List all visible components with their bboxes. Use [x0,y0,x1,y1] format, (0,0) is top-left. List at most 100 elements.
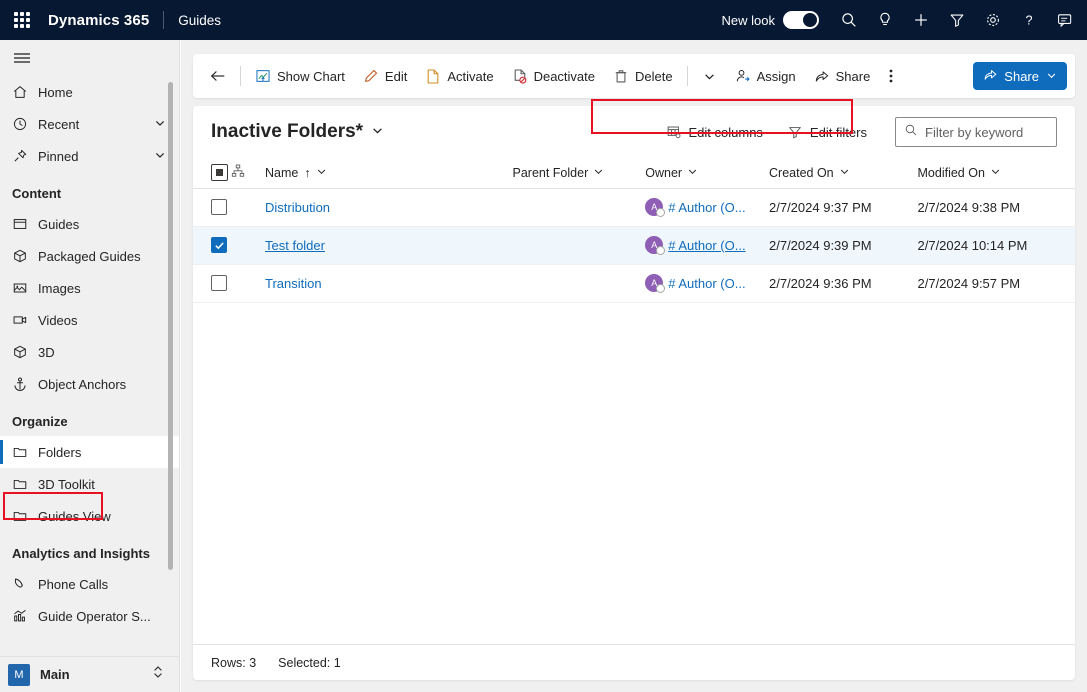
anchor-icon [12,376,34,392]
deactivate-button[interactable]: Deactivate [503,61,604,91]
clock-icon [12,116,34,132]
app-badge: M [8,664,30,686]
chevron-down-icon[interactable] [1046,69,1057,84]
chevron-down-icon[interactable] [693,61,726,91]
sidebar-item-label: Guide Operator S... [38,609,151,624]
app-launcher-icon[interactable] [0,12,44,28]
home-icon [12,84,34,100]
sidebar-item-3d[interactable]: 3D [0,336,180,368]
column-header-name[interactable]: Name ↑ [265,158,513,188]
select-all-checkbox[interactable] [211,164,228,181]
folder-icon [12,476,34,492]
chevron-down-icon[interactable] [990,166,1001,180]
sidebar-item-videos[interactable]: Videos [0,304,180,336]
plus-icon[interactable] [903,0,939,40]
grid-panel: Inactive Folders* Edit columns Edit fi [193,106,1075,680]
sidebar-scroll-region: Home Recent Pinned Content [0,76,180,656]
app-name[interactable]: Guides [178,13,221,28]
sidebar-item-packaged-guides[interactable]: Packaged Guides [0,240,180,272]
feedback-icon[interactable] [1047,0,1083,40]
app-switcher[interactable]: M Main [0,656,180,692]
chevron-down-icon[interactable] [154,149,166,164]
share-icon [814,68,830,84]
table-row[interactable]: Distribution A # Author (O... 2/7/2024 9… [193,188,1075,226]
folder-name-link[interactable]: Distribution [265,200,330,215]
chevron-down-icon[interactable] [687,166,698,180]
hamburger-icon[interactable] [0,40,179,76]
sidebar-group-analytics: Analytics and Insights [0,538,180,568]
folder-icon [12,444,34,460]
search-input-wrapper[interactable] [895,117,1057,147]
edit-columns-button[interactable]: Edit columns [666,124,763,140]
hierarchy-header[interactable] [231,158,265,188]
edit-filters-button[interactable]: Edit filters [787,124,867,140]
share-primary-button[interactable]: Share [973,62,1067,90]
edit-button[interactable]: Edit [354,61,416,91]
show-chart-button[interactable]: Show Chart [246,61,354,91]
sidebar-item-3d-toolkit[interactable]: 3D Toolkit [0,468,180,500]
table-row[interactable]: Transition A # Author (O... 2/7/2024 9:3… [193,264,1075,302]
back-arrow-icon[interactable] [201,61,235,91]
sidebar-item-folders[interactable]: Folders [0,436,180,468]
sidebar-item-guide-operator-s[interactable]: Guide Operator S... [0,600,180,632]
sidebar-item-phone-calls[interactable]: Phone Calls [0,568,180,600]
new-look-toggle[interactable] [783,11,819,29]
sidebar-item-label: Pinned [38,149,78,164]
search-icon [904,123,918,142]
sidebar-item-home[interactable]: Home [0,76,180,108]
view-selector[interactable]: Inactive Folders* [211,121,384,143]
owner-link[interactable]: # Author (O... [668,200,745,215]
column-header-created-on[interactable]: Created On [769,158,918,188]
created-on-cell: 2/7/2024 9:36 PM [769,276,872,291]
search-input[interactable] [925,125,1055,140]
row-checkbox[interactable] [211,275,227,291]
svg-text:?: ? [1025,14,1032,28]
chevron-down-icon[interactable] [154,117,166,132]
owner-link[interactable]: # Author (O... [668,276,745,291]
folders-table: Name ↑ Parent Folder [193,158,1075,303]
lightbulb-icon[interactable] [867,0,903,40]
gear-icon[interactable] [975,0,1011,40]
sidebar-item-object-anchors[interactable]: Object Anchors [0,368,180,400]
filter-icon[interactable] [939,0,975,40]
column-header-owner[interactable]: Owner [645,158,769,188]
column-header-parent-folder[interactable]: Parent Folder [513,158,646,188]
sidebar-item-pinned[interactable]: Pinned [0,140,180,172]
sidebar-item-images[interactable]: Images [0,272,180,304]
folder-name-link[interactable]: Test folder [265,238,325,253]
command-label: Activate [447,69,493,84]
up-down-chevron-icon[interactable] [152,665,164,684]
column-label: Owner [645,166,682,180]
sidebar-item-guides[interactable]: Guides [0,208,180,240]
image-icon [12,280,34,296]
row-checkbox[interactable] [211,199,227,215]
activate-page-icon [425,68,441,85]
chevron-down-icon[interactable] [593,166,604,180]
sidebar-item-guides-view[interactable]: Guides View [0,500,180,532]
edit-columns-icon [666,124,682,140]
folder-icon [12,508,34,524]
help-icon[interactable]: ? [1011,0,1047,40]
sidebar-item-recent[interactable]: Recent [0,108,180,140]
command-label: Share [836,69,871,84]
chevron-down-icon[interactable] [839,166,850,180]
assign-button[interactable]: Assign [726,61,805,91]
folder-name-link[interactable]: Transition [265,276,322,291]
column-header-modified-on[interactable]: Modified On [918,158,1076,188]
sidebar-scrollbar[interactable] [168,82,173,570]
search-icon[interactable] [831,0,867,40]
chevron-down-icon[interactable] [316,166,327,180]
command-label: Show Chart [277,69,345,84]
activate-button[interactable]: Activate [416,61,502,91]
sidebar-item-label: Guides View [38,509,111,524]
share-command-button[interactable]: Share [805,61,880,91]
chevron-down-icon[interactable] [371,121,384,143]
table-row[interactable]: Test folder A # Author (O... 2/7/2024 9:… [193,226,1075,264]
more-vertical-icon[interactable] [879,61,903,91]
owner-link[interactable]: # Author (O... [668,238,745,253]
delete-button[interactable]: Delete [604,61,682,91]
tool-label: Edit columns [689,125,763,140]
select-all-header[interactable] [193,158,231,188]
row-checkbox[interactable] [211,237,227,253]
filter-icon [787,124,803,140]
